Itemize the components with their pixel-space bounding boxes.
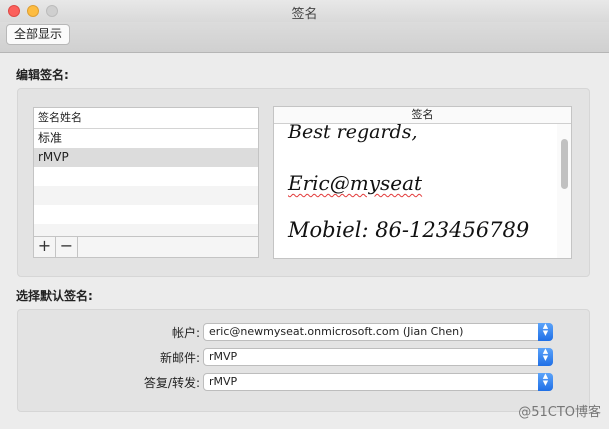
updown-arrows-icon: ▲ ▼ xyxy=(538,348,553,366)
signature-list-footer: + − xyxy=(33,237,259,258)
updown-arrows-icon: ▲ ▼ xyxy=(538,323,553,341)
editor-scrollbar[interactable] xyxy=(557,124,571,258)
edit-signature-heading: 编辑签名: xyxy=(16,68,69,82)
minus-icon: − xyxy=(59,236,74,255)
show-all-button[interactable]: 全部显示 xyxy=(6,24,71,45)
signature-text-line[interactable]: Eric@myseat xyxy=(288,171,422,195)
signature-text-line[interactable]: Mobiel: 86-123456789 xyxy=(288,218,529,242)
remove-signature-button[interactable]: − xyxy=(56,237,78,257)
toolbar: 全部显示 xyxy=(0,22,609,53)
window-title: 签名 xyxy=(291,7,318,22)
empty-list-row xyxy=(34,186,258,205)
reply-forward-label: 答复/转发: xyxy=(143,376,200,390)
new-mail-label: 新邮件: xyxy=(159,351,200,365)
watermark: @51CTO博客 xyxy=(518,405,601,420)
signature-text-line[interactable]: Best regards, xyxy=(288,121,417,143)
signature-list-header: 签名姓名 xyxy=(34,108,258,129)
new-mail-select-value: rMVP xyxy=(209,350,238,363)
empty-list-row xyxy=(34,167,258,186)
updown-arrows-icon: ▲ ▼ xyxy=(538,373,553,391)
signature-list-item[interactable]: 标准 xyxy=(34,129,258,148)
title-bar: 签名 xyxy=(0,0,609,22)
new-mail-select[interactable]: rMVP ▲ ▼ xyxy=(203,348,553,366)
account-select-value: eric@newmyseat.onmicrosoft.com (Jian Che… xyxy=(209,325,464,338)
signature-editor[interactable]: 签名 Best regards, Eric@myseat Mobiel: 86-… xyxy=(273,106,572,259)
default-signature-heading: 选择默认签名: xyxy=(16,289,93,303)
account-select[interactable]: eric@newmyseat.onmicrosoft.com (Jian Che… xyxy=(203,323,553,341)
account-label: 帐户: xyxy=(171,326,200,340)
add-signature-button[interactable]: + xyxy=(34,237,56,257)
reply-forward-select-value: rMVP xyxy=(209,375,238,388)
reply-forward-select[interactable]: rMVP ▲ ▼ xyxy=(203,373,553,391)
plus-icon: + xyxy=(37,236,52,255)
signature-list[interactable]: 签名姓名 标准 rMVP xyxy=(33,107,259,237)
empty-list-row xyxy=(34,205,258,224)
signature-list-item-selected[interactable]: rMVP xyxy=(34,148,258,167)
editor-scroll-thumb[interactable] xyxy=(561,139,568,189)
